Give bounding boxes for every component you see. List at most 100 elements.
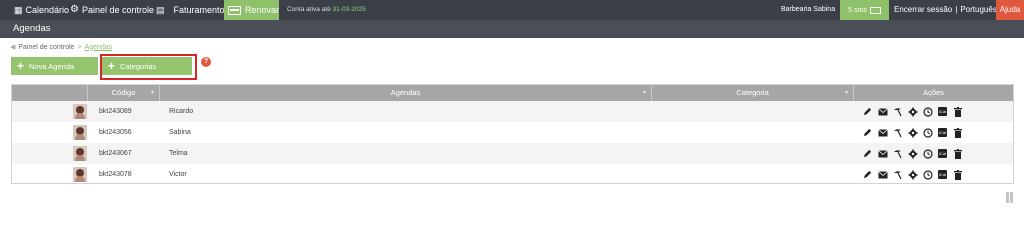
- sms-credits-button[interactable]: 5 sms: [840, 0, 889, 20]
- beach-icon[interactable]: [892, 106, 903, 117]
- session-menu: Encerrar sessão | Português ▼: [894, 0, 1006, 20]
- envelope-icon[interactable]: [877, 106, 888, 117]
- gear-icon[interactable]: [907, 127, 918, 138]
- sort-icon[interactable]: ▼: [642, 85, 647, 101]
- calendar-icon: ▦: [14, 5, 23, 15]
- table-row[interactable]: bkt243089 Ricardo iCal: [12, 101, 1013, 122]
- help-question-icon[interactable]: ?: [201, 57, 211, 67]
- page-title-bar: Agendas: [0, 20, 1024, 38]
- new-agenda-label: Nova Agenda: [29, 61, 75, 71]
- gear-icon[interactable]: [907, 169, 918, 180]
- clock-icon[interactable]: [922, 148, 933, 159]
- column-actions: Ações: [854, 85, 1013, 101]
- envelope-icon[interactable]: [877, 169, 888, 180]
- account-status: Conta ativa até 31-03-2025: [287, 0, 366, 20]
- document-icon: ▤: [156, 5, 165, 15]
- table-row[interactable]: bkt243056 Sabina iCal: [12, 122, 1013, 143]
- agendas-table: Código ▼ Agendas ▼ Categoria ▼ Ações bkt…: [11, 84, 1014, 184]
- row-code: bkt243056: [99, 129, 132, 136]
- calendar-menu[interactable]: ▦ Calendário: [14, 0, 69, 20]
- row-code: bkt243067: [99, 150, 132, 157]
- clock-icon[interactable]: [922, 106, 933, 117]
- edit-icon[interactable]: [862, 106, 873, 117]
- column-code-label: Código: [111, 88, 136, 97]
- separator: |: [955, 5, 958, 14]
- ical-icon[interactable]: iCal: [937, 148, 948, 159]
- row-code: bkt243089: [99, 108, 132, 115]
- beach-icon[interactable]: [892, 169, 903, 180]
- card-icon: [228, 5, 241, 15]
- billing-label: Faturamento: [173, 5, 225, 15]
- avatar: [73, 167, 87, 182]
- breadcrumb-root[interactable]: Painel de controle: [18, 44, 74, 51]
- envelope-icon[interactable]: [877, 148, 888, 159]
- help-button[interactable]: Ajuda: [996, 0, 1024, 20]
- ical-label: iCal: [938, 107, 947, 116]
- account-date: 31-03-2025: [332, 6, 366, 13]
- breadcrumb-current[interactable]: Agendas: [85, 44, 113, 51]
- dashboard-label: Painel de controle: [81, 5, 155, 15]
- beach-icon[interactable]: [892, 148, 903, 159]
- column-actions-label: Ações: [923, 88, 944, 97]
- avatar: [73, 104, 87, 119]
- row-actions: iCal: [862, 127, 963, 138]
- trash-icon[interactable]: [952, 148, 963, 159]
- resize-handle[interactable]: [1006, 192, 1013, 203]
- avatar: [73, 125, 87, 140]
- column-avatar: [12, 85, 88, 101]
- trash-icon[interactable]: [952, 127, 963, 138]
- business-name-label: Barbearia Sabina: [781, 6, 836, 13]
- gear-icon[interactable]: [907, 106, 918, 117]
- sort-icon[interactable]: ▼: [844, 85, 849, 101]
- sort-icon[interactable]: ▼: [150, 85, 155, 101]
- account-prefix: Conta ativa até: [287, 6, 331, 13]
- ical-label: iCal: [938, 128, 947, 137]
- row-actions: iCal: [862, 169, 963, 180]
- business-name[interactable]: Barbearia Sabina: [781, 0, 835, 20]
- table-row[interactable]: bkt243067 Telma iCal: [12, 143, 1013, 164]
- page-title: Agendas: [13, 23, 51, 34]
- edit-icon[interactable]: [862, 127, 873, 138]
- row-agenda-name: Victor: [169, 171, 187, 178]
- dashboard-menu[interactable]: ⚙ Painel de controle: [70, 0, 154, 20]
- trash-icon[interactable]: [952, 169, 963, 180]
- back-arrow-icon[interactable]: ◀: [10, 43, 15, 51]
- table-header: Código ▼ Agendas ▼ Categoria ▼ Ações: [12, 85, 1013, 101]
- top-navigation-bar: ▦ Calendário ⚙ Painel de controle ▤ Fatu…: [0, 0, 1024, 20]
- column-category-label: Categoria: [736, 88, 769, 97]
- row-agenda-name: Sabina: [169, 129, 191, 136]
- edit-icon[interactable]: [862, 169, 873, 180]
- row-actions: iCal: [862, 148, 963, 159]
- avatar: [73, 146, 87, 161]
- renew-button[interactable]: Renovar: [224, 0, 279, 20]
- ical-icon[interactable]: iCal: [937, 106, 948, 117]
- row-agenda-name: Telma: [169, 150, 188, 157]
- trash-icon[interactable]: [952, 106, 963, 117]
- column-agendas[interactable]: Agendas ▼: [160, 85, 652, 101]
- row-agenda-name: Ricardo: [169, 108, 194, 115]
- ical-icon[interactable]: iCal: [937, 127, 948, 138]
- logout-link[interactable]: Encerrar sessão: [894, 0, 952, 20]
- edit-icon[interactable]: [862, 148, 873, 159]
- beach-icon[interactable]: [892, 127, 903, 138]
- table-row[interactable]: bkt243078 Victor iCal: [12, 164, 1013, 185]
- new-agenda-button[interactable]: + Nova Agenda: [11, 57, 98, 75]
- billing-menu[interactable]: ▤ Faturamento: [156, 0, 225, 20]
- ical-label: iCal: [938, 170, 947, 179]
- column-category[interactable]: Categoria ▼: [652, 85, 854, 101]
- ical-label: iCal: [938, 149, 947, 158]
- column-agendas-label: Agendas: [390, 88, 421, 97]
- gear-icon[interactable]: [907, 148, 918, 159]
- gear-icon: ⚙: [70, 4, 79, 15]
- breadcrumb-separator: >: [77, 43, 82, 51]
- renew-label: Renovar: [244, 5, 279, 15]
- clock-icon[interactable]: [922, 169, 933, 180]
- clock-icon[interactable]: [922, 127, 933, 138]
- row-code: bkt243078: [99, 171, 132, 178]
- envelope-icon[interactable]: [877, 127, 888, 138]
- breadcrumb: ◀ Painel de controle > Agendas: [10, 43, 113, 52]
- column-code[interactable]: Código ▼: [88, 85, 160, 101]
- ical-icon[interactable]: iCal: [937, 169, 948, 180]
- sms-label: 5 sms: [848, 6, 867, 14]
- language-select[interactable]: Português: [960, 0, 996, 20]
